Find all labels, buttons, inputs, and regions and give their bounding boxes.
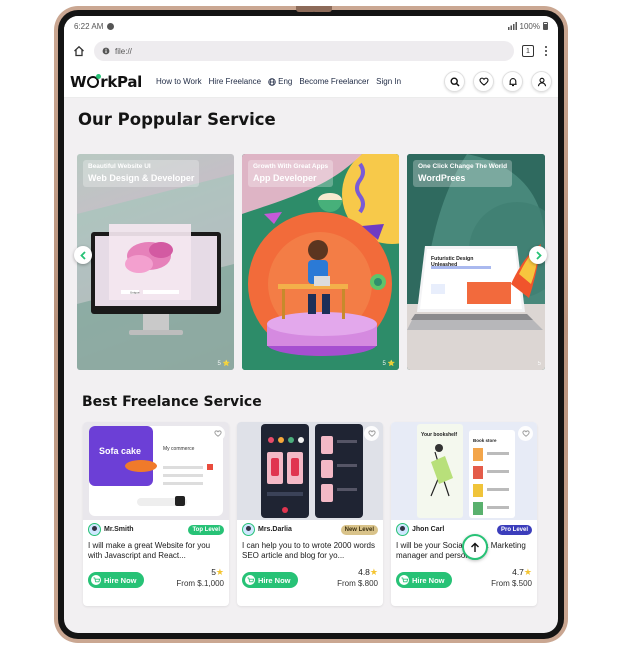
home-icon[interactable] [72,44,86,58]
nav-link-become-freelancer[interactable]: Become Freelancer [299,77,369,86]
svg-text:Sofa cake: Sofa cake [99,446,141,456]
workpal-logo[interactable]: WrkPal [70,73,156,91]
cart-icon [400,576,408,582]
chevron-right-icon [535,250,542,260]
popular-carousel: Unique Beautiful Website UI Web Design &… [74,154,547,370]
nav-link-hire-freelance[interactable]: Hire Freelance [209,77,261,86]
card-rating: 5 ⭐ [382,361,395,367]
heart-icon [367,430,376,437]
account-button[interactable] [531,71,552,92]
battery-icon [543,22,548,30]
nav-link-how-to-work[interactable]: How to Work [156,77,202,86]
svg-text:My commerce: My commerce [163,446,195,452]
status-time: 6:22 AM [74,21,104,31]
rating-value: 4.8 [358,567,370,577]
carousel-next-button[interactable] [529,246,547,264]
web-shop-illustration: Sofa cake My commerce [89,426,223,516]
level-badge: Pro Level [496,524,532,535]
tab-switcher-button[interactable]: 1 [522,45,534,57]
browser-toolbar: file:// 1 [64,36,558,66]
service-thumbnail: Sofa cake My commerce [83,422,229,520]
nav-links: How to Work Hire Freelance Eng Become Fr… [156,77,444,86]
web-design-caption: Beautiful Website UI Web Design & Develo… [83,160,200,187]
price: From $.500 [491,579,532,588]
chevron-left-icon [79,250,86,260]
address-bar[interactable]: file:// [94,41,514,61]
popular-card-app-developer[interactable]: Growth With Great Apps App Developer 5 ⭐ [242,154,399,370]
app-developer-caption: Growth With Great Apps App Developer [248,160,334,187]
notification-icon [107,22,115,30]
popular-card-web-design[interactable]: Unique Beautiful Website UI Web Design &… [77,154,234,370]
freelance-cards: Sofa cake My commerce Mr.Smith Top Level… [83,422,539,606]
rating-value: 4.7 [512,567,524,577]
cart-icon [246,576,254,582]
user-icon [537,77,546,86]
service-description: I can help you to to wrote 2000 words SE… [242,541,375,560]
service-description: I will make a great Website for you with… [88,541,211,560]
price: From $.1,000 [176,579,224,588]
heart-icon [213,430,222,437]
nav-link-sign-in[interactable]: Sign In [376,77,401,86]
freelance-section-title: Best Freelance Service [82,394,262,410]
scroll-to-top-button[interactable] [462,534,488,560]
popular-section-title: Our Poppular Service [78,110,276,129]
wordpress-caption: One Click Change The World WordPrees [413,160,513,187]
rating-block: 4.7★ From $.500 [491,567,532,588]
url-text: file:// [115,46,132,56]
favorite-button[interactable] [364,426,379,441]
level-badge: Top Level [188,524,224,535]
seller-name: Jhon Carl [412,526,445,533]
carousel-prev-button[interactable] [74,246,92,264]
rating-block: 5★ From $.1,000 [176,567,224,588]
service-thumbnail: Your bookshelf Book store [391,422,537,520]
arrow-up-icon [471,542,479,552]
favorite-button[interactable] [518,426,533,441]
battery-percent: 100% [519,21,540,31]
rating-block: 4.8★ From $.800 [337,567,378,588]
mobile-app-illustration [261,424,363,518]
heart-icon [521,430,530,437]
seller-name: Mr.Smith [104,526,134,533]
svg-text:Unleashed: Unleashed [431,262,457,268]
star-icon: ★ [523,567,532,577]
search-button[interactable] [444,71,465,92]
signal-icon [507,22,517,30]
globe-icon [268,77,276,86]
svg-text:Your bookshelf: Your bookshelf [421,432,457,438]
notifications-button[interactable] [502,71,523,92]
hire-now-button[interactable]: Hire Now [396,572,452,588]
favorite-button[interactable] [210,426,225,441]
star-icon: ★ [369,567,378,577]
svg-text:Unique: Unique [130,291,140,295]
hinge-right [312,6,332,12]
bell-icon [508,77,517,86]
site-header: WrkPal How to Work Hire Freelance Eng Be… [64,66,558,98]
card-rating: 5 ⭐ [217,361,230,367]
avatar [88,523,101,536]
level-badge: New Level [340,524,378,535]
card-rating: 5 [537,361,541,367]
avatar [396,523,409,536]
freelance-card-jhon-carl[interactable]: Your bookshelf Book store Jhon Carl Pro … [391,422,537,606]
bookstore-illustration: Your bookshelf Book store [417,424,515,518]
star-icon: ★ [215,567,224,577]
status-bar: 6:22 AM 100% [64,16,558,36]
info-icon [102,47,110,55]
freelance-card-mr-smith[interactable]: Sofa cake My commerce Mr.Smith Top Level… [83,422,229,606]
popular-card-wordpress[interactable]: Futuristic Design Unleashed One Click Ch… [407,154,545,370]
hire-now-button[interactable]: Hire Now [242,572,298,588]
freelance-card-mrs-darlia[interactable]: Mrs.Darlia New Level I can help you to t… [237,422,383,606]
favorites-button[interactable] [473,71,494,92]
search-icon [449,76,460,87]
price: From $.800 [337,579,378,588]
language-selector[interactable]: Eng [268,77,292,86]
cart-icon [92,576,100,582]
heart-icon [478,77,489,86]
service-thumbnail [237,422,383,520]
browser-menu-icon[interactable] [542,46,550,56]
avatar [242,523,255,536]
svg-text:Book store: Book store [473,438,497,443]
hire-now-button[interactable]: Hire Now [88,572,144,588]
seller-name: Mrs.Darlia [258,526,292,533]
